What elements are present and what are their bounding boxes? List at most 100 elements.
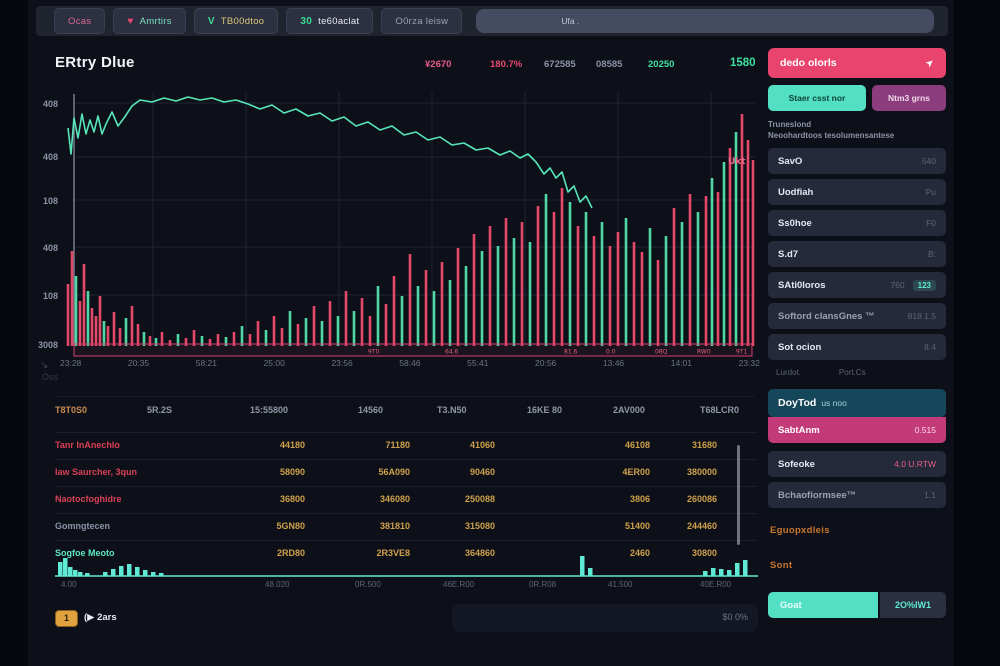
stat-value: 180.7% <box>490 59 522 70</box>
summary-cell: 16KE 80 <box>527 405 562 415</box>
trend-arrow-icon: ↘ <box>40 360 48 371</box>
sidebar-footnote: Lurdot.Port.Cs <box>776 368 946 377</box>
sidebar-row-value: 760123 <box>890 280 936 291</box>
mini-chart-tick: 0R.R08 <box>529 580 556 589</box>
toolbar-button-label: Ocas <box>68 16 91 27</box>
table-cell: 346080 <box>320 494 410 504</box>
row-bcha[interactable]: Bchaofiormsee™ 1.1 <box>768 482 946 508</box>
sidebar-row[interactable]: UodfiahPu <box>768 179 946 205</box>
x-axis-tick: 20:56 <box>535 358 556 368</box>
sidebar-link-1[interactable]: Eguopxdleis <box>770 525 946 536</box>
panel-header[interactable]: DoyTod us noo <box>768 389 946 417</box>
cursor-arrow-icon: ➤ <box>923 56 936 70</box>
te60aclat-icon: 30 <box>300 16 312 27</box>
table-cell: 31680 <box>627 440 717 450</box>
sidebar-link-2[interactable]: Sont <box>770 560 946 571</box>
amrtirs-icon: ♥ <box>127 16 133 27</box>
toolbar-button-label: te60aclat <box>318 16 359 27</box>
x-axis-labels: 23:2820:3558:2125:0023:5658:4655:4120:56… <box>60 358 760 368</box>
table-row[interactable]: Gomngtecen5GN8038181031508051400244460 <box>55 513 757 540</box>
toolbar-button-amrtirs[interactable]: ♥ Amrtirs <box>113 8 185 34</box>
sidebar-row-label: SavO <box>778 156 802 167</box>
summary-cell: T8T0S0 <box>55 405 87 415</box>
svg-text:64.6: 64.6 <box>445 349 459 356</box>
chart-note: Oss <box>42 372 58 382</box>
sidebar-row[interactable]: SavO 540 <box>768 148 946 174</box>
table-row[interactable]: Tanr InAnechlo4418071180410604610831680 <box>55 432 757 459</box>
table-scrollbar[interactable] <box>737 445 740 545</box>
table-cell: 71180 <box>320 440 410 450</box>
sidebar-row[interactable]: SAti0loros 760123 <box>768 272 946 298</box>
sidebar-row-label: Ss0hoe <box>778 218 812 229</box>
sidebar-row[interactable]: S.d7B: <box>768 241 946 267</box>
price-chart[interactable]: 9T064.681.60.008QRW09T1Ukt <box>60 88 760 358</box>
table-row[interactable]: Naotocfoghidre36800346080250088380626008… <box>55 486 757 513</box>
summary-cell: 15:55800 <box>250 405 288 415</box>
mini-chart-tick: 46E.R00 <box>443 580 474 589</box>
footer-label: (▶ 2ars <box>84 612 117 623</box>
top-toolbar: Ocas ♥ Amrtirs VTB00dtoo 30 te60aclat O0rza le… <box>36 6 948 36</box>
sidebar-row-value: 8.4 <box>924 342 936 352</box>
summary-strip: T8T0S05R.2S15:5580014560T3.N5016KE 802AV… <box>55 396 755 423</box>
toolbar-button-label: Amrtirs <box>140 16 172 27</box>
x-axis-tick: 13:46 <box>603 358 624 368</box>
toolbar-button-tb00dtoo[interactable]: VTB00dtoo <box>194 8 279 34</box>
primary-cta-button[interactable]: dedo olorls ➤ <box>768 48 946 78</box>
svg-text:9T1: 9T1 <box>736 349 747 356</box>
stat-value: 20250 <box>648 59 674 70</box>
row-sofeoke[interactable]: Sofeoke 4.0 U.RTW <box>768 451 946 477</box>
percent-button[interactable]: 2O%IW1 <box>880 592 946 618</box>
sidebar-row[interactable]: Ss0hoeF0 <box>768 210 946 236</box>
page-title: ERtry Dlue <box>55 54 135 71</box>
sidebar-row-value: Pu <box>926 187 936 197</box>
mini-chart-tick: 48.020 <box>265 580 289 589</box>
x-axis-tick: 23:28 <box>60 358 81 368</box>
table-row-label: Gomngtecen <box>55 521 110 531</box>
sidebar-row-value: 540 <box>922 156 936 166</box>
svg-text:Ukt: Ukt <box>728 157 746 167</box>
sidebar-row[interactable]: Sot ocion8.4 <box>768 334 946 360</box>
status-badge: 123 <box>913 280 936 291</box>
sidebar-row-label: SAti0loros <box>778 280 826 291</box>
table-row-label: Tanr InAnechlo <box>55 440 120 450</box>
mini-chart-tick: 0R.500 <box>355 580 381 589</box>
y-axis-tick: 408 <box>28 99 58 109</box>
table-cell: 90460 <box>405 467 495 477</box>
mini-chart-tick: 41.500 <box>608 580 632 589</box>
sidebar-row-label: S.d7 <box>778 249 798 260</box>
cta-label: dedo olorls <box>780 57 837 69</box>
volume-mini-chart[interactable] <box>55 555 758 579</box>
footer-badge[interactable]: 1 <box>55 610 78 627</box>
toolbar-button-te60aclat[interactable]: 30 te60aclat <box>286 8 373 34</box>
table-row-label: Iaw Saurcher, 3qun <box>55 467 137 477</box>
table-cell: 315080 <box>405 521 495 531</box>
svg-text:0.0: 0.0 <box>606 349 616 356</box>
y-axis-tick: 3008 <box>28 340 58 350</box>
y-axis-tick: 108 <box>28 291 58 301</box>
summary-cell: 5R.2S <box>147 405 172 415</box>
sidebar-description: Truneslond Neoohardtoos tesolumensantese <box>768 119 946 141</box>
svg-text:08Q: 08Q <box>655 349 668 356</box>
toolbar-button-o0rza-leisw[interactable]: O0rza leisw <box>381 8 462 34</box>
panel-pink-row[interactable]: SabtAnm 0.515 <box>768 417 946 443</box>
stat-value: 672585 <box>544 59 576 70</box>
x-axis-tick: 55:41 <box>467 358 488 368</box>
teal-action-button[interactable]: Staer csst nor <box>768 85 866 111</box>
right-sidebar: dedo olorls ➤ Staer csst nor Ntm3 grns T… <box>768 48 946 618</box>
goat-button[interactable]: Goat <box>768 592 878 618</box>
toolbar-button-ocas[interactable]: Ocas <box>54 8 105 34</box>
sidebar-row[interactable]: Softord clansGnes ™818 1.5 <box>768 303 946 329</box>
table-cell: 58090 <box>215 467 305 477</box>
table-cell: 44180 <box>215 440 305 450</box>
table-row[interactable]: Iaw Saurcher, 3qun5809056A090904604ER003… <box>55 459 757 486</box>
purple-action-button[interactable]: Ntm3 grns <box>872 85 946 111</box>
mini-chart-labels: 4.0048.0200R.50046E.R000R.R0841.50040E.R… <box>55 580 758 592</box>
table-row-label: Naotocfoghidre <box>55 494 122 504</box>
tb00dtoo-icon: V <box>208 16 215 27</box>
main-page: Ocas ♥ Amrtirs VTB00dtoo 30 te60aclat O0rza le… <box>28 0 954 666</box>
summary-cell: T3.N50 <box>437 405 467 415</box>
y-axis-tick: 408 <box>28 152 58 162</box>
search-input[interactable]: Ufa . <box>476 9 934 33</box>
summary-cell: 2AV000 <box>613 405 645 415</box>
big-stat-value: 1580 <box>730 57 756 69</box>
